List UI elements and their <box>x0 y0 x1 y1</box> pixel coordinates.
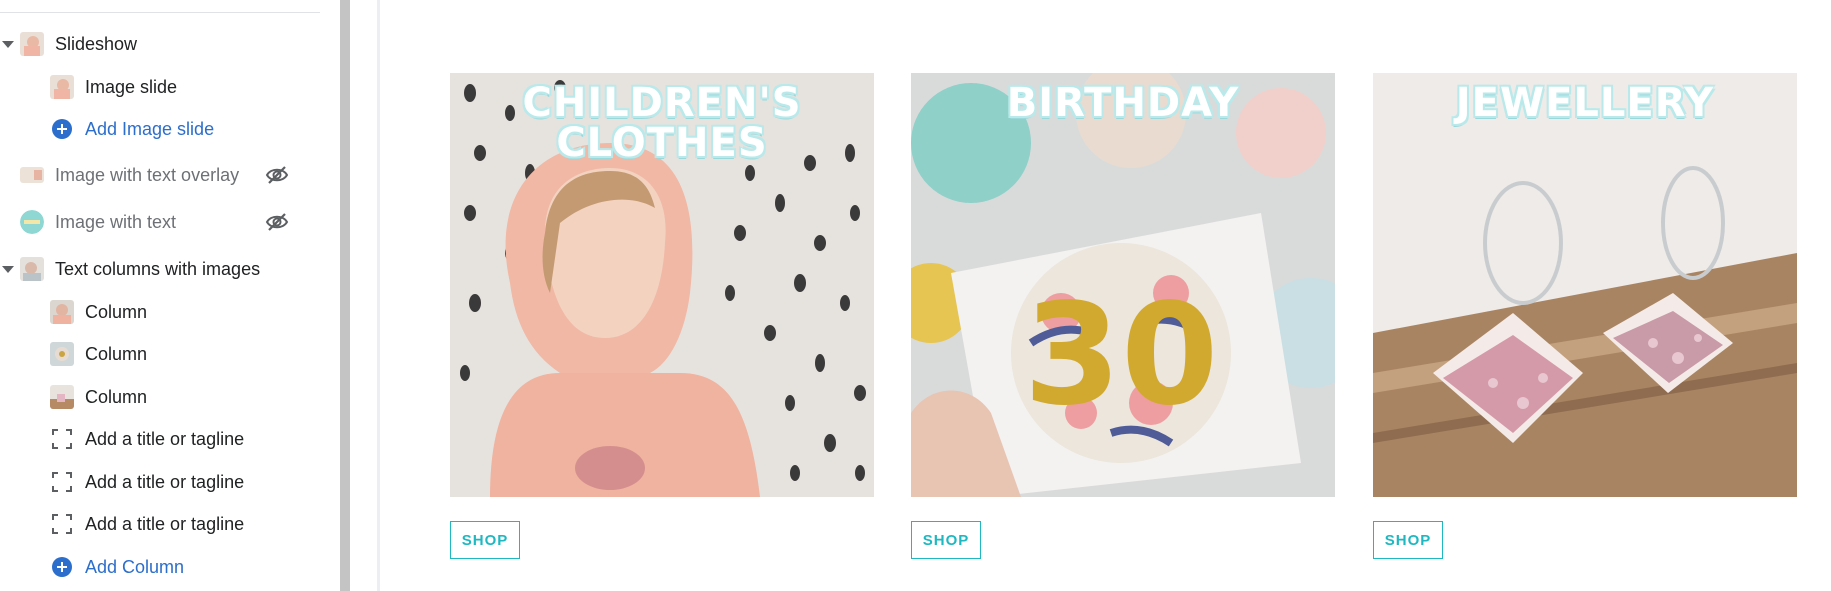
card-title-line-1: CHILDREN'S <box>522 80 802 126</box>
birthday-image[interactable]: 30 BIRTHDAY <box>911 73 1335 497</box>
eye-hidden-icon[interactable] <box>265 163 289 187</box>
card-title: CHILDREN'S CLOTHES <box>450 83 874 163</box>
block-image-slide[interactable]: Image slide <box>0 67 320 107</box>
block-column[interactable]: Column <box>0 334 320 374</box>
image-with-text-thumbnail <box>20 210 44 234</box>
section-image-with-text[interactable]: Image with text <box>0 202 320 242</box>
collection-card-birthday: 30 BIRTHDAY SHOP <box>911 73 1335 559</box>
column-thumbnail <box>50 300 74 324</box>
shop-button[interactable]: SHOP <box>911 521 981 559</box>
section-label: Text columns with images <box>55 258 261 279</box>
block-label: Add a title or tagline <box>85 513 245 534</box>
frame-icon <box>52 472 72 492</box>
collection-card-jewellery: JEWELLERY SHOP <box>1373 73 1797 559</box>
section-label: Image with text overlay <box>55 164 240 185</box>
card-title-line-1: BIRTHDAY <box>1006 80 1240 126</box>
shop-button[interactable]: SHOP <box>450 521 520 559</box>
shop-button[interactable]: SHOP <box>1373 521 1443 559</box>
block-label: Add a title or tagline <box>85 428 245 449</box>
card-title: BIRTHDAY <box>911 83 1335 123</box>
section-label: Image with text <box>55 211 177 232</box>
chevron-down-icon[interactable] <box>2 41 14 48</box>
plus-circle-icon <box>52 557 72 577</box>
block-label: Add a title or tagline <box>85 471 245 492</box>
eye-hidden-icon[interactable] <box>265 210 289 234</box>
svg-text:30: 30 <box>1024 274 1219 437</box>
image-slide-thumbnail <box>50 75 74 99</box>
block-column[interactable]: Column <box>0 377 320 417</box>
card-title-line-1: JEWELLERY <box>1455 80 1715 126</box>
column-thumbnail <box>50 342 74 366</box>
block-label: Image slide <box>85 76 178 97</box>
chevron-down-icon[interactable] <box>2 266 14 273</box>
section-image-with-text-overlay[interactable]: Image with text overlay <box>0 155 320 195</box>
add-column-label: Add Column <box>85 556 185 577</box>
frame-icon <box>52 514 72 534</box>
add-column-button[interactable]: Add Column <box>0 547 320 587</box>
section-label: Slideshow <box>55 33 138 54</box>
card-title: JEWELLERY <box>1373 83 1797 123</box>
block-title-tagline[interactable]: Add a title or tagline <box>0 462 320 502</box>
sections-sidebar: Slideshow Image slide Add Image slide Im… <box>0 0 340 591</box>
block-label: Column <box>85 343 148 364</box>
frame-icon <box>52 429 72 449</box>
plus-circle-icon <box>52 119 72 139</box>
sidebar-scrollbar[interactable] <box>340 0 350 591</box>
block-label: Column <box>85 301 148 322</box>
block-title-tagline[interactable]: Add a title or tagline <box>0 504 320 544</box>
section-slideshow[interactable]: Slideshow <box>0 24 320 64</box>
add-image-slide-label: Add Image slide <box>85 118 215 139</box>
column-thumbnail <box>50 385 74 409</box>
block-label: Column <box>85 386 148 407</box>
collection-card-childrens-clothes: CHILDREN'S CLOTHES SHOP <box>450 73 874 559</box>
store-preview: CHILDREN'S CLOTHES SHOP 30 BIRTHDAY SHOP… <box>380 0 1831 591</box>
text-columns-thumbnail <box>20 257 44 281</box>
card-title-line-2: CLOTHES <box>556 120 768 166</box>
block-column[interactable]: Column <box>0 292 320 332</box>
sidebar-divider <box>0 12 320 13</box>
add-image-slide-button[interactable]: Add Image slide <box>0 109 320 149</box>
jewellery-image[interactable]: JEWELLERY <box>1373 73 1797 497</box>
image-with-text-overlay-thumbnail <box>20 167 44 183</box>
block-title-tagline[interactable]: Add a title or tagline <box>0 419 320 459</box>
section-text-columns-with-images[interactable]: Text columns with images <box>0 249 320 289</box>
childrens-clothes-image[interactable]: CHILDREN'S CLOTHES <box>450 73 874 497</box>
slideshow-thumbnail <box>20 32 44 56</box>
